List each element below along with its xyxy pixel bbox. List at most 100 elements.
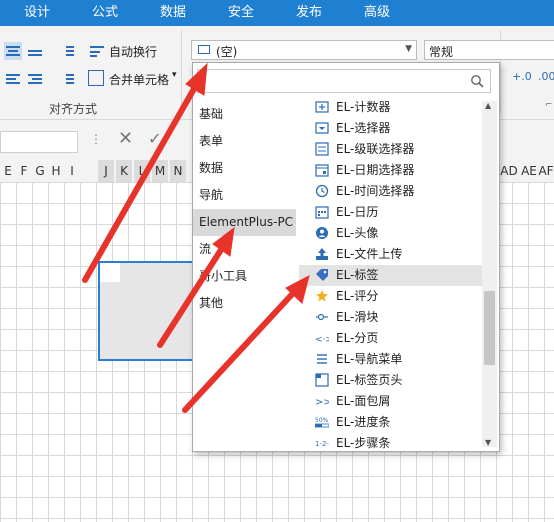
category-item[interactable]: 导航 (193, 182, 296, 209)
tab-data[interactable]: 数据 (160, 0, 186, 26)
category-item[interactable]: 哥小工具 (193, 263, 296, 290)
component-item[interactable]: <·> EL-分页 (299, 328, 482, 349)
calendar-icon (315, 206, 329, 219)
component-item-label: EL-导航菜单 (336, 352, 403, 366)
nav-menu-icon (317, 354, 327, 364)
upload-icon (316, 248, 328, 260)
component-item[interactable]: EL-导航菜单 (299, 349, 482, 370)
merge-dropdown-icon[interactable]: ▾ (172, 70, 177, 80)
align-bottom-icon[interactable] (26, 42, 44, 60)
confirm-icon[interactable]: ✓ (148, 129, 161, 148)
star-icon (316, 290, 328, 302)
component-item[interactable]: EL-评分 (299, 286, 482, 307)
category-item[interactable]: 数据 (193, 155, 296, 182)
component-list: EL-计数器 EL-选择器 EL-级联选择器 EL-日期选择器 EL-时间选择器 EL-日… (299, 97, 482, 449)
category-item[interactable]: 流 (193, 236, 296, 263)
component-item[interactable]: EL-滑块 (299, 307, 482, 328)
align-left-icon[interactable] (4, 70, 22, 88)
merge-cells-icon[interactable] (88, 70, 104, 86)
ribbon-separator (181, 30, 182, 114)
category-item[interactable]: 表单 (193, 128, 296, 155)
scroll-down-icon[interactable]: ▼ (485, 438, 491, 447)
component-item[interactable]: EL-文件上传 (299, 244, 482, 265)
outdent-icon[interactable] (58, 70, 76, 88)
component-item-label: EL-滑块 (336, 310, 379, 324)
component-item[interactable]: EL-计数器 (299, 97, 482, 118)
decimal-decrease-icon[interactable]: .00 (538, 70, 554, 83)
svg-text:<·>: <·> (315, 335, 329, 345)
component-item-label: EL-评分 (336, 289, 379, 303)
search-icon[interactable] (470, 74, 484, 88)
indent-icon[interactable] (58, 42, 76, 60)
component-item[interactable]: EL-级联选择器 (299, 139, 482, 160)
component-item-label: EL-进度条 (336, 415, 391, 429)
column-header[interactable]: I (64, 160, 80, 182)
align-right-icon[interactable] (26, 70, 44, 88)
component-item[interactable]: EL-头像 (299, 223, 482, 244)
breadcrumb-icon: >> (315, 397, 329, 408)
component-item-selected[interactable]: EL-标签 (299, 265, 482, 286)
column-header[interactable]: H (48, 160, 64, 182)
column-header[interactable]: AD (499, 160, 519, 182)
auto-wrap-button[interactable]: 自动换行 (109, 43, 157, 60)
cell-type-dropdown: 基础 表单 数据 导航 ElementPlus-PC 流 哥小工具 其他 EL-… (192, 62, 500, 452)
component-item-label: EL-面包屑 (336, 394, 391, 408)
scroll-up-icon[interactable]: ▲ (485, 101, 491, 110)
component-item[interactable]: 50% EL-进度条 (299, 412, 482, 433)
column-header[interactable]: N (170, 160, 186, 182)
column-header[interactable]: M (152, 160, 168, 182)
component-item[interactable]: >> EL-面包屑 (299, 391, 482, 412)
tab-design[interactable]: 设计 (24, 0, 50, 26)
component-item[interactable]: EL-标签页头 (299, 370, 482, 391)
component-item-label: EL-分页 (336, 331, 379, 345)
select-icon (315, 122, 329, 134)
dialog-launcher-icon[interactable]: ⌐ (545, 100, 553, 110)
category-item-selected[interactable]: ElementPlus-PC (193, 209, 296, 236)
tab-publish[interactable]: 发布 (296, 0, 322, 26)
decimal-increase-icon[interactable]: +.0 (512, 70, 532, 83)
auto-wrap-icon[interactable] (88, 42, 106, 60)
column-header[interactable]: F (16, 160, 32, 182)
scrollbar-thumb[interactable] (484, 291, 495, 365)
tab-formula[interactable]: 公式 (92, 0, 118, 26)
component-item-label: EL-级联选择器 (336, 142, 415, 156)
column-header[interactable]: L (134, 160, 150, 182)
counter-icon (315, 101, 329, 113)
name-box[interactable] (0, 131, 78, 153)
pagination-icon: <·> (315, 335, 329, 345)
category-item[interactable]: 其他 (193, 290, 296, 317)
tab-security[interactable]: 安全 (228, 0, 254, 26)
merge-cells-button[interactable]: 合并单元格 (109, 71, 169, 88)
chevron-down-icon[interactable]: ▼ (405, 44, 412, 54)
drag-handle-icon[interactable]: ⋮ (90, 132, 102, 146)
component-item-label: EL-文件上传 (336, 247, 403, 261)
number-format-combobox[interactable]: 常规 (424, 40, 554, 60)
component-item-label: EL-计数器 (336, 100, 391, 114)
scrollbar[interactable]: ▲ ▼ (482, 101, 497, 447)
column-header[interactable]: E (0, 160, 16, 182)
column-header[interactable]: AE (520, 160, 538, 182)
component-item[interactable]: EL-日期选择器 (299, 160, 482, 181)
column-header[interactable]: K (116, 160, 132, 182)
clock-icon (315, 184, 329, 198)
column-header[interactable]: AF (538, 160, 554, 182)
align-center-icon[interactable] (4, 42, 22, 60)
component-item[interactable]: EL-选择器 (299, 118, 482, 139)
search-input[interactable] (197, 69, 491, 93)
category-item[interactable]: 基础 (193, 101, 296, 128)
active-cell[interactable] (100, 263, 120, 282)
component-item-label: EL-日期选择器 (336, 163, 415, 177)
component-item[interactable]: 1-2-3 EL-步骤条 (299, 433, 482, 449)
ribbon-tab-bar: 设计 公式 数据 安全 发布 高级 (0, 0, 554, 26)
component-item-label: EL-头像 (336, 226, 379, 240)
column-header[interactable]: J (98, 160, 114, 182)
component-item[interactable]: EL-日历 (299, 202, 482, 223)
cell-style-combobox[interactable]: (空) ▼ (191, 40, 417, 60)
tab-advanced[interactable]: 高级 (364, 0, 390, 26)
component-item[interactable]: EL-时间选择器 (299, 181, 482, 202)
svg-text:>>: >> (315, 397, 329, 408)
steps-icon: 1-2-3 (315, 440, 329, 448)
component-item-label: EL-标签页头 (336, 373, 403, 387)
column-header[interactable]: G (32, 160, 48, 182)
cancel-icon[interactable]: ✕ (118, 128, 133, 149)
